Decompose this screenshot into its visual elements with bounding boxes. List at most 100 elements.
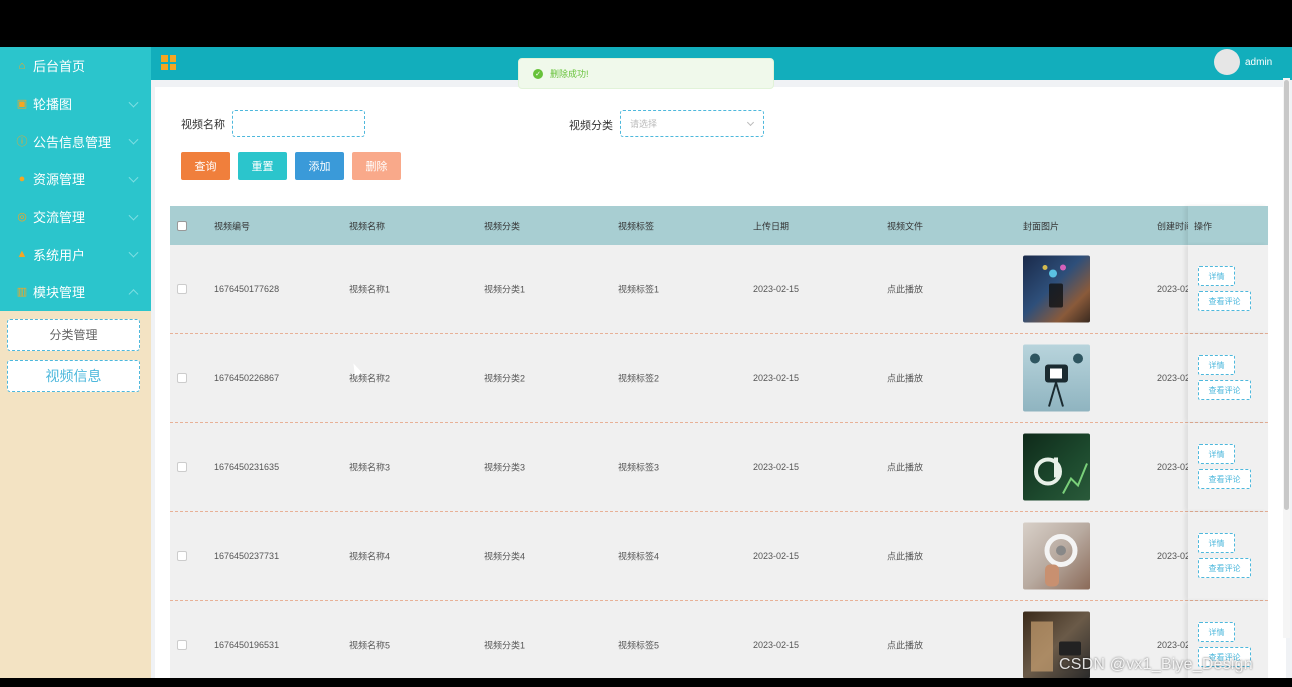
cell-upload-date: 2023-02-15 xyxy=(753,462,800,472)
row-checkbox[interactable] xyxy=(177,551,187,561)
table-header: 视频编号 视频名称 视频分类 视频标签 上传日期 视频文件 封面图片 创建时间 … xyxy=(170,206,1268,245)
reset-button[interactable]: 重置 xyxy=(238,152,287,180)
sidebar-menu: ⌂ 后台首页 ▣ 轮播图 ⓘ 公告信息管理 ● 资源管理 ◎ 交流管理 ▲ 系统… xyxy=(0,47,151,311)
row-checkbox[interactable] xyxy=(177,640,187,650)
video-category-select[interactable]: 请选择 xyxy=(620,110,764,137)
video-category-label: 视频分类 xyxy=(569,120,613,132)
select-all-checkbox[interactable] xyxy=(177,220,187,231)
add-button[interactable]: 添加 xyxy=(295,152,344,180)
scrollbar-thumb[interactable] xyxy=(1284,80,1289,510)
row-checkbox[interactable] xyxy=(177,373,187,383)
chevron-down-icon xyxy=(128,134,139,145)
ops-cell: 详情 查看评论 xyxy=(1188,245,1268,333)
sidebar-item-home[interactable]: ⌂ 后台首页 xyxy=(0,47,151,85)
view-comments-button[interactable]: 查看评论 xyxy=(1198,469,1251,489)
sidebar-item-modules[interactable]: ▥ 模块管理 xyxy=(0,273,151,311)
cell-play-link[interactable]: 点此播放 xyxy=(887,372,923,385)
header-video-tag: 视频标签 xyxy=(618,221,655,231)
table-row: 1676450177628 视频名称1 视频分类1 视频标签1 2023-02-… xyxy=(170,245,1268,334)
detail-button[interactable]: 详情 xyxy=(1198,266,1235,286)
success-toast: ✓ 删除成功! xyxy=(518,58,774,89)
header-video-id: 视频编号 xyxy=(214,221,251,231)
cover-image xyxy=(1023,344,1090,412)
cell-video-id: 1676450177628 xyxy=(214,284,280,294)
chevron-down-icon xyxy=(746,118,755,127)
grid-menu-icon[interactable] xyxy=(161,55,176,70)
cell-play-link[interactable]: 点此播放 xyxy=(887,461,923,474)
view-comments-button[interactable]: 查看评论 xyxy=(1198,291,1251,311)
query-button[interactable]: 查询 xyxy=(181,152,230,180)
ops-cell: 详情 查看评论 xyxy=(1188,334,1268,422)
cell-video-category: 视频分类2 xyxy=(484,373,526,384)
detail-button[interactable]: 详情 xyxy=(1198,355,1235,375)
video-name-label: 视频名称 xyxy=(181,118,225,131)
table-row: 1676450231635 视频名称3 视频分类3 视频标签3 2023-02-… xyxy=(170,423,1268,512)
sidebar-item-exchange[interactable]: ◎ 交流管理 xyxy=(0,198,151,236)
table-row: 1676450237731 视频名称4 视频分类4 视频标签4 2023-02-… xyxy=(170,512,1268,601)
bottom-bar xyxy=(0,678,1292,687)
cover-image xyxy=(1023,255,1090,323)
cell-video-category: 视频分类1 xyxy=(484,284,526,295)
video-table: 视频编号 视频名称 视频分类 视频标签 上传日期 视频文件 封面图片 创建时间 … xyxy=(170,206,1268,678)
header-video-category: 视频分类 xyxy=(484,221,521,231)
cell-video-id: 1676450196531 xyxy=(214,640,280,650)
info-icon: ⓘ xyxy=(16,136,28,149)
sidebar-item-label: 模块管理 xyxy=(33,285,86,301)
cell-play-link[interactable]: 点此播放 xyxy=(887,550,923,563)
sidebar-item-notice[interactable]: ⓘ 公告信息管理 xyxy=(0,122,151,160)
user-name[interactable]: admin xyxy=(1245,57,1272,68)
main-content: 视频名称 视频分类 请选择 查询 重置 添加 删除 视频编号 视频名称 视频分类… xyxy=(155,87,1286,678)
delete-button[interactable]: 删除 xyxy=(352,152,401,180)
header-ops-cell: 操作 xyxy=(1188,206,1268,245)
row-checkbox[interactable] xyxy=(177,284,187,294)
submenu-item-video-info[interactable]: 视频信息 xyxy=(7,359,140,392)
chevron-down-icon xyxy=(128,172,139,183)
cell-video-tag: 视频标签4 xyxy=(618,551,660,562)
ops-cell: 详情 查看评论 xyxy=(1188,423,1268,511)
module-icon: ▥ xyxy=(16,286,28,299)
cell-video-category: 视频分类4 xyxy=(484,551,526,562)
sidebar-item-label: 后台首页 xyxy=(33,59,86,75)
cell-upload-date: 2023-02-15 xyxy=(753,551,800,561)
cell-video-id: 1676450226867 xyxy=(214,373,280,383)
page-scrollbar[interactable] xyxy=(1283,78,1290,638)
cell-upload-date: 2023-02-15 xyxy=(753,284,800,294)
cover-image xyxy=(1023,522,1090,590)
cell-upload-date: 2023-02-15 xyxy=(753,373,800,383)
cell-video-name: 视频名称1 xyxy=(349,284,391,295)
header-upload-date: 上传日期 xyxy=(753,221,790,231)
cover-image xyxy=(1023,433,1090,501)
cell-video-tag: 视频标签2 xyxy=(618,373,660,384)
sidebar-item-resource[interactable]: ● 资源管理 xyxy=(0,160,151,198)
detail-button[interactable]: 详情 xyxy=(1198,444,1235,464)
avatar[interactable] xyxy=(1214,49,1240,75)
chevron-down-icon xyxy=(128,247,139,258)
detail-button[interactable]: 详情 xyxy=(1198,622,1235,642)
header-video-file: 视频文件 xyxy=(887,221,924,231)
table-row: 1676450226867 视频名称2 视频分类2 视频标签2 2023-02-… xyxy=(170,334,1268,423)
image-icon: ▣ xyxy=(16,98,28,111)
cell-video-tag: 视频标签3 xyxy=(618,462,660,473)
cell-play-link[interactable]: 点此播放 xyxy=(887,283,923,296)
detail-button[interactable]: 详情 xyxy=(1198,533,1235,553)
cell-upload-date: 2023-02-15 xyxy=(753,640,800,650)
video-name-input[interactable] xyxy=(232,110,365,137)
cell-video-name: 视频名称3 xyxy=(349,462,391,473)
user-icon: ▲ xyxy=(16,248,28,261)
sidebar-item-label: 资源管理 xyxy=(33,172,86,188)
check-circle-icon: ✓ xyxy=(533,68,543,79)
search-row: 视频名称 xyxy=(181,110,365,137)
chevron-up-icon xyxy=(128,289,139,300)
header-cover-image: 封面图片 xyxy=(1023,221,1060,231)
cell-play-link[interactable]: 点此播放 xyxy=(887,639,923,652)
header-operations: 操作 xyxy=(1194,221,1213,231)
sidebar-item-users[interactable]: ▲ 系统用户 xyxy=(0,235,151,273)
view-comments-button[interactable]: 查看评论 xyxy=(1198,558,1251,578)
view-comments-button[interactable]: 查看评论 xyxy=(1198,380,1251,400)
cell-video-tag: 视频标签5 xyxy=(618,640,660,651)
cell-video-id: 1676450231635 xyxy=(214,462,280,472)
submenu-item-category[interactable]: 分类管理 xyxy=(7,318,140,351)
chat-icon: ◎ xyxy=(17,211,27,224)
sidebar-item-carousel[interactable]: ▣ 轮播图 xyxy=(0,85,151,123)
row-checkbox[interactable] xyxy=(177,462,187,472)
